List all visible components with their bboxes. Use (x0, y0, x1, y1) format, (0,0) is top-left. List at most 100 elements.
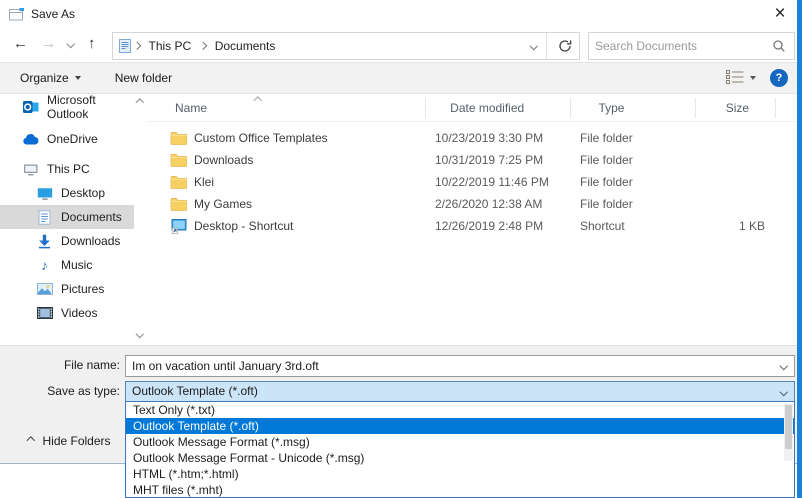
file-row-my-games[interactable]: My Games 2/26/2020 12:38 AM File folder (147, 193, 802, 215)
help-icon[interactable]: ? (770, 69, 788, 87)
file-name-input[interactable] (126, 356, 794, 376)
file-date-modified: 10/23/2019 3:30 PM (435, 131, 544, 145)
onedrive-icon (22, 131, 39, 147)
file-name-label: Desktop - Shortcut (194, 219, 294, 233)
documents-icon (36, 209, 53, 225)
pc-icon (22, 161, 39, 177)
forward-icon: → (41, 35, 56, 52)
pictures-icon (36, 281, 53, 297)
sidebar-item-desktop[interactable]: Desktop (0, 181, 134, 205)
folder-icon (170, 153, 187, 168)
save-as-type-value: Outlook Template (*.oft) (132, 384, 258, 398)
scroll-up-icon[interactable] (135, 98, 144, 107)
sidebar-item-label: Documents (61, 210, 122, 224)
sidebar-item-downloads[interactable]: Downloads (0, 229, 134, 253)
column-divider[interactable] (570, 98, 571, 118)
desktop-icon (36, 185, 53, 201)
file-name-label: Custom Office Templates (194, 131, 328, 145)
search-box (588, 32, 795, 60)
music-icon: ♪ (41, 257, 48, 273)
details-view-icon (726, 69, 744, 87)
filetype-option-mht-files-mht[interactable]: MHT files (*.mht) (126, 482, 794, 497)
column-divider[interactable] (775, 98, 776, 118)
sidebar-item-label: Pictures (61, 282, 105, 296)
save-as-type-label: Save as type: (47, 384, 120, 398)
scrollbar-thumb[interactable] (785, 405, 792, 449)
downloads-icon (36, 233, 53, 249)
address-bar[interactable]: This PC Documents (112, 32, 580, 60)
folder-icon (170, 197, 187, 212)
close-icon[interactable]: × (768, 2, 792, 26)
recent-locations-chevron-icon[interactable] (66, 39, 75, 48)
save-as-type-combobox[interactable]: Outlook Template (*.oft) (125, 381, 795, 402)
save-as-type-chevron-icon[interactable] (779, 387, 788, 396)
filetype-option-outlook-template-oft[interactable]: Outlook Template (*.oft) (126, 418, 794, 434)
file-row-custom-office-templates[interactable]: Custom Office Templates 10/23/2019 3:30 … (147, 127, 802, 149)
new-folder-button[interactable]: New folder (107, 63, 180, 93)
file-row-downloads[interactable]: Downloads 10/31/2019 7:25 PM File folder (147, 149, 802, 171)
change-view-button[interactable] (726, 69, 756, 87)
window-icon (9, 8, 24, 21)
back-icon[interactable]: ← (13, 35, 28, 52)
sidebar-item-label: Downloads (61, 234, 121, 248)
breadcrumb-this-pc[interactable]: This PC (143, 39, 198, 53)
sidebar-item-label: This PC (47, 162, 90, 176)
sidebar-item-this-pc[interactable]: This PC (0, 157, 134, 181)
folder-icon (170, 131, 187, 146)
column-divider[interactable] (695, 98, 696, 118)
scroll-down-icon[interactable] (135, 329, 144, 338)
window-title: Save As (31, 7, 76, 21)
sidebar-item-music[interactable]: ♪ Music (0, 253, 134, 277)
address-dropdown-chevron-icon[interactable] (529, 42, 538, 50)
breadcrumb-chevron-icon[interactable] (132, 42, 141, 50)
file-type: File folder (580, 197, 633, 211)
sidebar-item-videos[interactable]: Videos (0, 301, 134, 325)
window-accent-border (797, 0, 802, 498)
sidebar-item-label: Desktop (61, 186, 106, 200)
up-icon[interactable]: ↑ (88, 35, 96, 52)
file-type: File folder (580, 175, 633, 189)
outlook-icon (22, 99, 39, 115)
column-header-type[interactable]: Type (588, 95, 717, 121)
file-row-klei[interactable]: Klei 10/22/2019 11:46 PM File folder (147, 171, 802, 193)
folder-icon (170, 175, 187, 190)
organize-dropdown-icon (74, 76, 81, 80)
sidebar-item-pictures[interactable]: Pictures (0, 277, 134, 301)
hide-folders-label: Hide Folders (42, 434, 111, 448)
file-name-label: Klei (194, 175, 215, 189)
breadcrumb-chevron-icon[interactable] (199, 42, 207, 50)
file-date-modified: 10/31/2019 7:25 PM (435, 153, 544, 167)
column-header-size[interactable]: Size (718, 95, 802, 121)
file-date-modified: 2/26/2020 12:38 AM (435, 197, 543, 211)
sidebar-item-label: Videos (61, 306, 98, 320)
sidebar-item-microsoft-outlook[interactable]: Microsoft Outlook (0, 95, 134, 121)
column-header-date-modified[interactable]: Date modified (440, 95, 588, 121)
file-list-pane: Name Date modified Type Size Custom Offi… (147, 95, 802, 345)
hide-folders-button[interactable]: Hide Folders (26, 434, 111, 448)
search-icon[interactable] (772, 39, 786, 53)
videos-icon (36, 305, 53, 321)
file-row-desktop-shortcut[interactable]: Desktop - Shortcut 12/26/2019 2:48 PM Sh… (147, 215, 802, 237)
refresh-icon[interactable] (558, 39, 572, 53)
search-input[interactable] (589, 39, 772, 53)
navigation-pane: Microsoft Outlook OneDrive This PC Deskt… (0, 95, 134, 345)
breadcrumb-documents[interactable]: Documents (209, 39, 282, 53)
sidebar-scrollbar[interactable] (134, 95, 147, 345)
file-size: 1 KB (738, 219, 765, 233)
filetype-option-outlook-message-format-unicode-msg[interactable]: Outlook Message Format - Unicode (*.msg) (126, 450, 794, 466)
sidebar-item-label: OneDrive (47, 132, 98, 146)
shortcut-icon (170, 219, 187, 234)
chevron-up-icon (26, 437, 35, 445)
dropdown-scrollbar[interactable] (784, 403, 793, 461)
filetype-option-text-only-txt[interactable]: Text Only (*.txt) (126, 402, 794, 418)
filetype-option-html-htm-html[interactable]: HTML (*.htm;*.html) (126, 466, 794, 482)
sidebar-item-onedrive[interactable]: OneDrive (0, 127, 134, 151)
column-divider[interactable] (425, 98, 426, 118)
file-date-modified: 10/22/2019 11:46 PM (435, 175, 549, 189)
filetype-option-outlook-message-format-msg[interactable]: Outlook Message Format (*.msg) (126, 434, 794, 450)
organize-button[interactable]: Organize (12, 63, 89, 93)
file-name-combobox (125, 355, 795, 377)
sidebar-item-documents[interactable]: Documents (0, 205, 134, 229)
save-as-dialog: Save As × ← → ↑ This PC Documents Search… (0, 0, 802, 498)
column-header-name[interactable]: Name (147, 95, 440, 121)
